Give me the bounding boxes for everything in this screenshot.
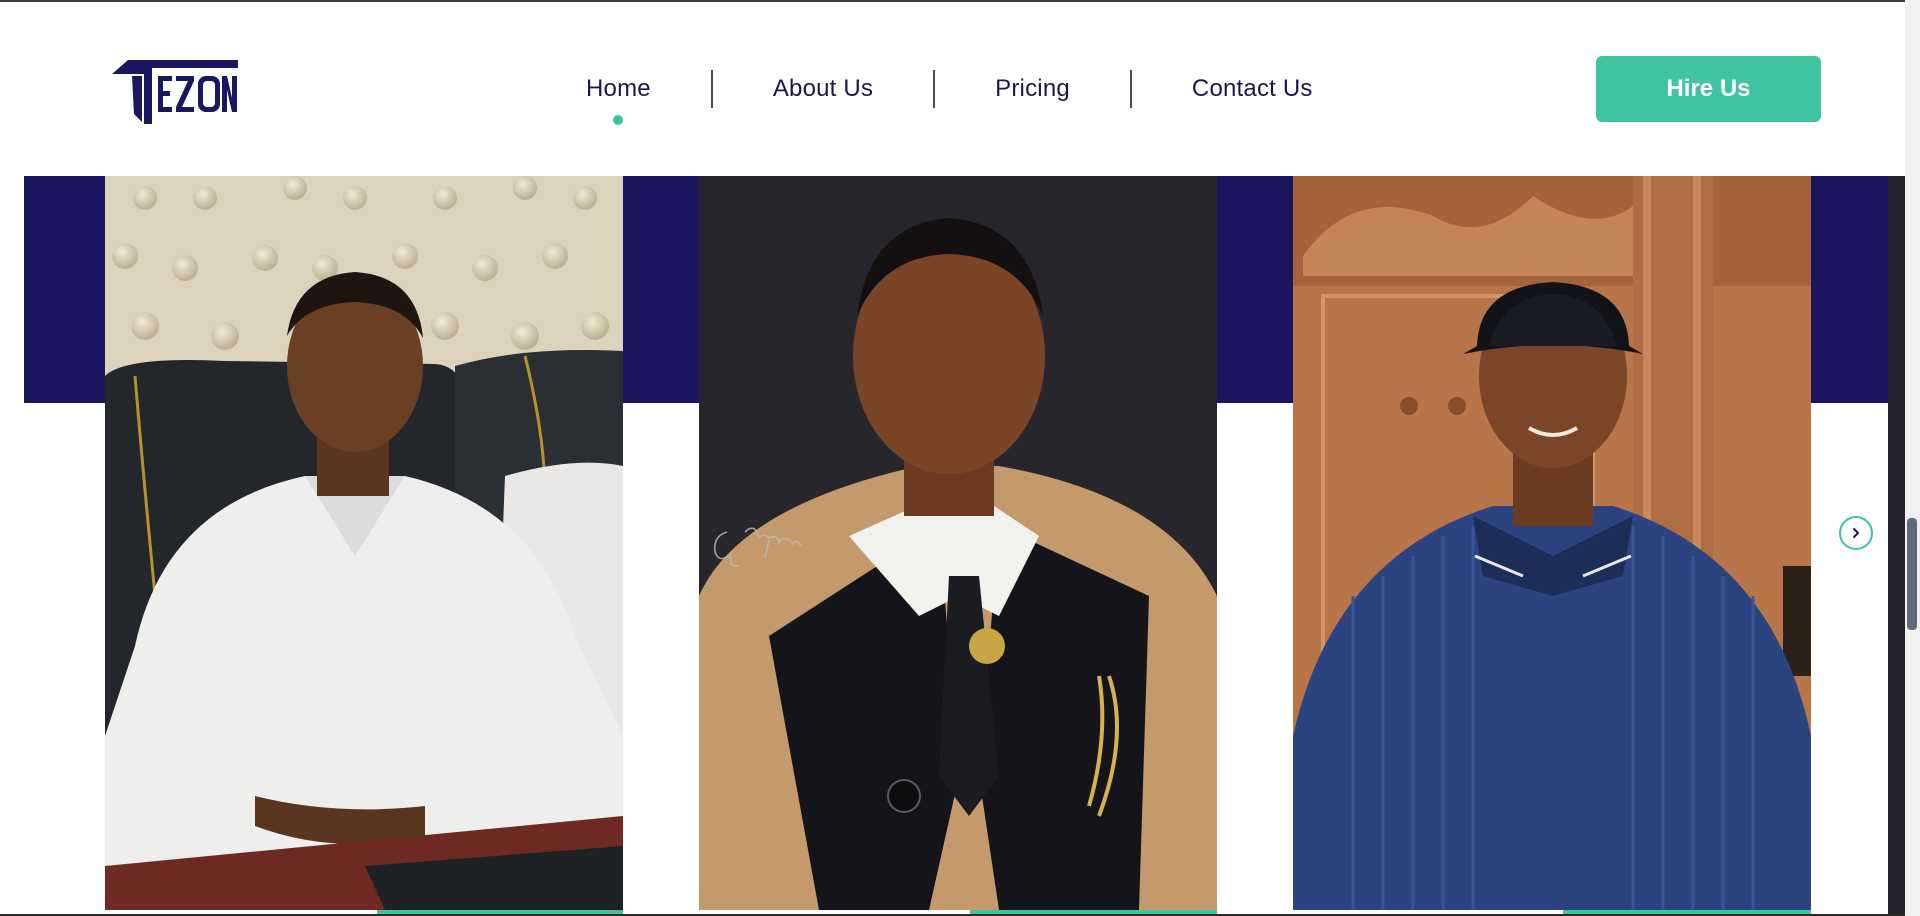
- scrollbar-thumb[interactable]: [1907, 518, 1917, 630]
- nav-item-label: Home: [586, 75, 651, 102]
- nav-item-home[interactable]: Home: [586, 75, 651, 125]
- nav-item-label: About Us: [772, 75, 874, 102]
- team-card-4-peek: [1888, 176, 1905, 916]
- nav-item-label: Pricing: [995, 75, 1070, 102]
- nav-item-about-us[interactable]: About Us: [773, 75, 873, 103]
- brand-logo[interactable]: [108, 54, 238, 126]
- tezon-logo-icon: [112, 60, 238, 124]
- chevron-right-icon: [1853, 528, 1859, 538]
- team-card-1[interactable]: [105, 176, 623, 910]
- team-photo-2: [699, 176, 1217, 910]
- page-scrollbar[interactable]: [1905, 0, 1920, 916]
- hire-us-button[interactable]: Hire Us: [1596, 56, 1821, 122]
- team-photo-1: [105, 176, 623, 910]
- team-card-3[interactable]: [1293, 176, 1811, 910]
- site-header: Home About Us Pricing Contact Us Hire Us: [0, 2, 1905, 176]
- carousel-next-button[interactable]: [1839, 516, 1873, 550]
- nav-item-label: Contact Us: [1191, 75, 1313, 102]
- team-card-2[interactable]: [699, 176, 1217, 910]
- main-nav: Home About Us Pricing Contact Us: [586, 66, 1313, 125]
- nav-divider: [1129, 70, 1132, 108]
- nav-divider: [710, 70, 713, 108]
- nav-divider: [933, 70, 936, 108]
- team-photo-3: [1293, 176, 1811, 910]
- nav-item-contact-us[interactable]: Contact Us: [1192, 75, 1313, 103]
- nav-item-pricing[interactable]: Pricing: [995, 75, 1070, 103]
- active-indicator-dot: [613, 115, 624, 125]
